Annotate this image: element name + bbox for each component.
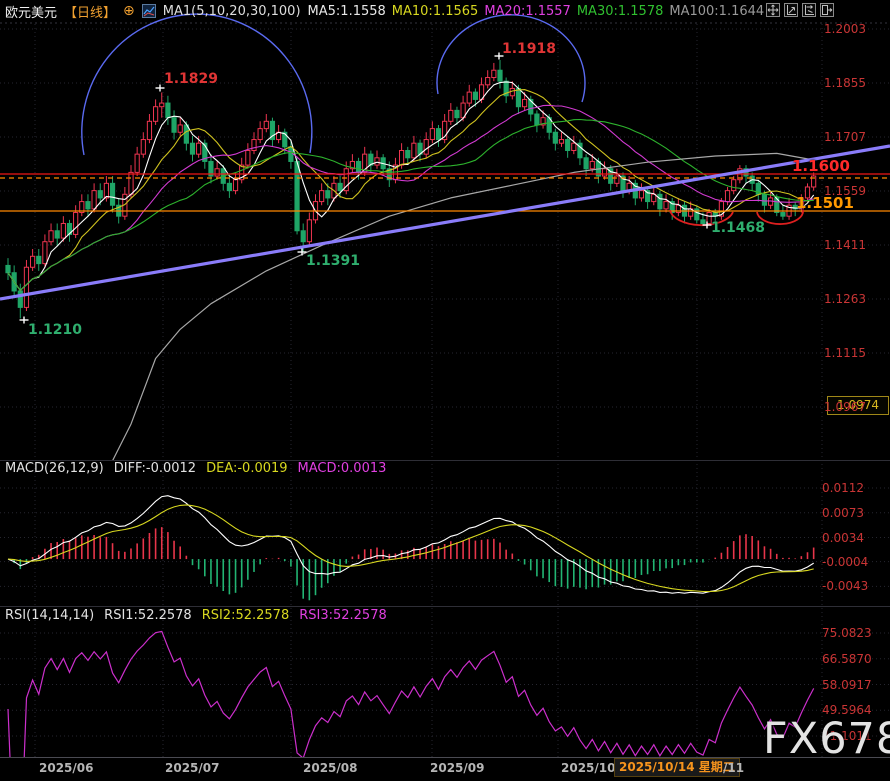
- drawings-layer: [0, 14, 890, 323]
- panel-divider: [0, 606, 890, 607]
- ma-value-label: MA100:1.1644: [669, 4, 764, 19]
- rsi-line: [8, 631, 814, 781]
- xaxis-divider: [0, 757, 890, 758]
- fx678-watermark: FX678: [763, 714, 890, 764]
- rsi-layer: [8, 631, 814, 781]
- trading-chart-window: 欧元美元 【日线】 ⊕ MA1(5,10,20,30,100) MA5:1.15…: [0, 0, 890, 781]
- rsi3-value: RSI3:52.2578: [299, 608, 387, 623]
- chart-type-icon[interactable]: [142, 4, 156, 18]
- axis-scale-right-icon[interactable]: [802, 3, 816, 17]
- macd-layer: [8, 496, 814, 601]
- ma-value-label: MA10:1.1565: [392, 4, 479, 19]
- ma20-line: [8, 105, 814, 290]
- ma100-line: [113, 153, 814, 460]
- rsi2-value: RSI2:52.2578: [202, 608, 290, 623]
- ma-settings-label: MA1(5,10,20,30,100): [163, 4, 301, 19]
- rsi1-value: RSI1:52.2578: [104, 608, 192, 623]
- ma-value-label: MA5:1.1558: [308, 4, 386, 19]
- pan-tool-icon[interactable]: [766, 3, 780, 17]
- ma-lines-layer: [8, 82, 814, 461]
- macd-dea-value: DEA:-0.0019: [206, 461, 287, 476]
- rsi-header: RSI(14,14,14) RSI1:52.2578 RSI2:52.2578 …: [5, 608, 387, 623]
- window-controls: [766, 3, 834, 17]
- ascending-trendline: [0, 146, 890, 299]
- macd-title: MACD(26,12,9): [5, 461, 104, 476]
- axis-scale-left-icon[interactable]: [784, 3, 798, 17]
- macd-diff-value: DIFF:-0.0012: [114, 461, 196, 476]
- macd-bar-value: MACD:0.0013: [298, 461, 387, 476]
- symbol-name: 欧元美元: [5, 2, 57, 21]
- macd-header: MACD(26,12,9) DIFF:-0.0012 DEA:-0.0019 M…: [5, 461, 386, 476]
- macd-dea-line: [8, 505, 814, 592]
- ma-value-label: MA20:1.1557: [484, 4, 571, 19]
- price-tag-box: 1.0974: [827, 396, 889, 415]
- exit-chart-icon[interactable]: [820, 3, 834, 17]
- red-bottom-arc: [757, 210, 803, 224]
- add-indicator-icon[interactable]: ⊕: [123, 4, 135, 18]
- chart-header: 欧元美元 【日线】 ⊕ MA1(5,10,20,30,100) MA5:1.15…: [0, 0, 770, 22]
- timeframe-label[interactable]: 【日线】: [64, 2, 116, 21]
- rsi-title: RSI(14,14,14): [5, 608, 94, 623]
- ma-values-group: MA5:1.1558 MA10:1.1565 MA20:1.1557 MA30:1.1…: [308, 4, 771, 19]
- chart-canvas[interactable]: [0, 0, 890, 781]
- ma-value-label: MA30:1.1578: [577, 4, 664, 19]
- macd-diff-line: [8, 496, 814, 594]
